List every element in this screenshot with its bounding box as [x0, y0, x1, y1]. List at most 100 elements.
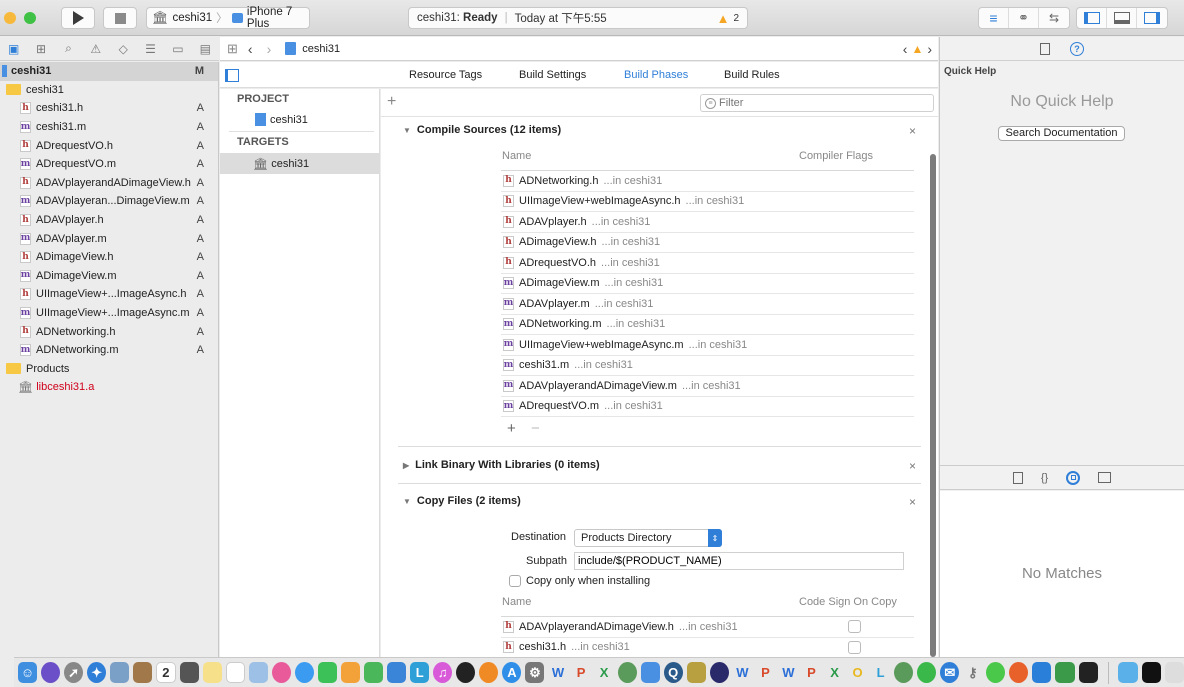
remove-phase-button[interactable]: × — [909, 459, 916, 473]
keynote-icon[interactable] — [387, 662, 407, 683]
previous-issue-button[interactable]: ‹ — [903, 41, 908, 57]
compile-source-row[interactable]: h ADrequestVO.h ...in ceshi31 — [501, 253, 914, 274]
back-button[interactable]: ‹ — [248, 41, 253, 57]
issue-navigator-icon[interactable]: ⚠ — [82, 42, 109, 56]
app-store-icon[interactable]: A — [502, 662, 522, 683]
add-phase-button[interactable]: + — [387, 93, 396, 111]
contacts-icon[interactable] — [133, 662, 153, 683]
minimize-button[interactable] — [4, 12, 16, 24]
navigator-group-row[interactable]: ceshi31 — [0, 81, 218, 100]
next-issue-button[interactable]: › — [927, 41, 932, 57]
compile-source-row[interactable]: m ceshi31.m ...in ceshi31 — [501, 356, 914, 376]
mail-icon[interactable]: ✉ — [940, 662, 960, 683]
find-navigator-icon[interactable]: ⌕ — [55, 41, 82, 56]
navigator-products-row[interactable]: Products — [0, 360, 218, 379]
project-item[interactable]: ceshi31 — [255, 113, 308, 126]
navigator-file-row[interactable]: m UIImageView+...ImageAsync.m A — [0, 304, 218, 323]
copy-file-row[interactable]: h ADAVplayerandADimageView.h ...in ceshi31 — [501, 617, 914, 638]
photos-icon[interactable] — [271, 662, 291, 683]
word-icon[interactable]: W — [779, 662, 798, 683]
project-navigator-icon[interactable]: ▣ — [0, 42, 27, 56]
compile-sources-header[interactable]: ▼ Compile Sources (12 items) — [403, 124, 561, 136]
navigator-toggle-icon[interactable] — [1077, 8, 1107, 28]
safari-icon[interactable]: ✦ — [87, 662, 107, 683]
evernote-icon[interactable] — [1055, 662, 1075, 683]
network-icon[interactable] — [617, 662, 637, 683]
search-documentation-button[interactable]: Search Documentation — [998, 126, 1125, 141]
symbol-navigator-icon[interactable]: ⊞ — [27, 42, 54, 56]
code-sign-checkbox[interactable] — [848, 640, 861, 654]
navigator-file-row[interactable]: h UIImageView+...ImageAsync.h A — [0, 285, 218, 304]
compile-source-row[interactable]: m UIImageView+webImageAsync.m ...in ceshi3… — [501, 335, 914, 356]
simulator-icon[interactable] — [640, 662, 660, 683]
compile-source-row[interactable]: h ADimageView.h ...in ceshi31 — [501, 233, 914, 253]
calendar-icon[interactable]: 2 — [156, 662, 176, 683]
powerpoint-icon[interactable]: P — [756, 662, 775, 683]
wechat-icon[interactable] — [986, 662, 1006, 683]
compile-source-row[interactable]: m ADNetworking.m ...in ceshi31 — [501, 315, 914, 335]
word-icon[interactable]: W — [548, 662, 567, 683]
navigator-file-row[interactable]: h ADNetworking.h A — [0, 322, 218, 341]
filter-input[interactable] — [719, 97, 919, 109]
tab-build-settings[interactable]: Build Settings — [519, 69, 586, 81]
eclipse-icon[interactable] — [709, 662, 729, 683]
calculator-icon[interactable] — [179, 662, 199, 683]
test-navigator-icon[interactable]: ◇ — [110, 42, 137, 56]
navigator-file-row[interactable]: m ADimageView.m A — [0, 267, 218, 286]
utilities-toggle-icon[interactable] — [1137, 8, 1167, 28]
screenshot-icon[interactable] — [1164, 662, 1184, 683]
report-navigator-icon[interactable]: ▤ — [192, 42, 219, 56]
compile-source-row[interactable]: h ADNetworking.h ...in ceshi31 — [501, 171, 914, 192]
file-inspector-icon[interactable] — [1040, 42, 1050, 55]
itunes-icon[interactable]: ♫ — [433, 662, 453, 683]
object-library-icon[interactable] — [1066, 470, 1081, 485]
scheme-selector[interactable]: 🏛 ceshi31 〉 iPhone 7 Plus — [146, 6, 310, 30]
tab-build-rules[interactable]: Build Rules — [724, 69, 780, 81]
system-preferences-icon[interactable]: ⚙ — [525, 662, 545, 683]
pages-icon[interactable] — [341, 662, 361, 683]
navigator-project-row[interactable]: ceshi31 M — [0, 62, 218, 81]
navigator-file-row[interactable]: m ADAVplayer.m A — [0, 229, 218, 248]
filter-field[interactable]: ≡ — [700, 94, 934, 112]
notes-icon[interactable] — [202, 662, 222, 683]
breakpoint-navigator-icon[interactable]: ▭ — [164, 42, 191, 56]
terminal-icon[interactable] — [1141, 662, 1161, 683]
word-icon[interactable]: W — [733, 662, 752, 683]
forward-button[interactable]: › — [267, 41, 272, 57]
facetime-icon[interactable] — [317, 662, 338, 683]
vertical-scrollbar[interactable] — [930, 154, 936, 657]
powerpoint-icon[interactable]: P — [572, 662, 591, 683]
assistant-editor-icon[interactable]: ⚭ — [1009, 8, 1039, 28]
copy-file-row[interactable]: h ceshi31.h ...in ceshi31 — [501, 638, 914, 658]
warnings-indicator[interactable]: ▲ 2 — [717, 11, 739, 26]
downloads-folder-icon[interactable] — [1118, 662, 1138, 683]
firefox-icon[interactable] — [1009, 662, 1029, 683]
run-button[interactable] — [61, 7, 95, 29]
copy-files-header[interactable]: ▼ Copy Files (2 items) — [403, 495, 521, 507]
warning-icon[interactable]: ▲ — [911, 42, 923, 56]
qq-icon[interactable] — [456, 662, 476, 683]
navigator-file-row[interactable]: m ceshi31.m A — [0, 118, 218, 137]
ibooks-icon[interactable] — [479, 662, 499, 683]
xcode-icon[interactable] — [1032, 662, 1052, 683]
maps-icon[interactable] — [248, 662, 268, 683]
messages-icon[interactable] — [294, 662, 314, 683]
navigator-file-row[interactable]: h ADAVplayer.h A — [0, 211, 218, 230]
keychain-icon[interactable]: ⚷ — [963, 662, 982, 683]
version-editor-icon[interactable]: ⇆ — [1039, 8, 1069, 28]
zoom-button[interactable] — [24, 12, 36, 24]
powerpoint-icon[interactable]: P — [802, 662, 821, 683]
navigator-file-row[interactable]: h ADimageView.h A — [0, 248, 218, 267]
code-sign-checkbox[interactable] — [848, 620, 861, 634]
jumpbar-item[interactable]: ceshi31 — [302, 43, 340, 55]
remove-phase-button[interactable]: × — [909, 124, 916, 138]
navigator-file-row[interactable]: h ADAVplayerandADimageView.h A — [0, 174, 218, 193]
network-icon[interactable] — [894, 662, 914, 683]
link-binary-header[interactable]: ▶ Link Binary With Libraries (0 items) — [403, 459, 600, 471]
tab-resource-tags[interactable]: Resource Tags — [409, 69, 482, 81]
debug-navigator-icon[interactable]: ☰ — [137, 42, 164, 56]
lync-icon[interactable]: L — [871, 662, 890, 683]
reminders-icon[interactable] — [225, 662, 245, 683]
compile-source-row[interactable]: h ADAVplayer.h ...in ceshi31 — [501, 212, 914, 233]
preview-icon[interactable] — [110, 662, 130, 683]
